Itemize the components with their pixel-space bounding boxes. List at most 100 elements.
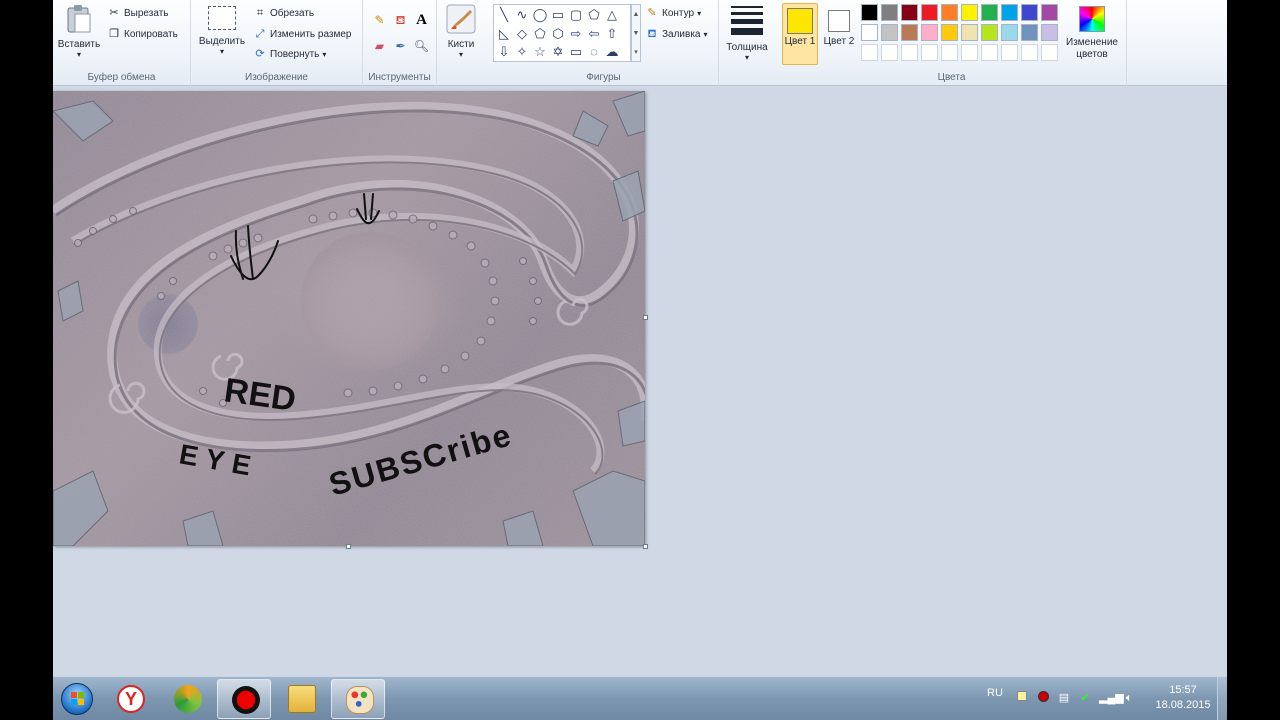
shape-triangle[interactable]: △ — [603, 6, 621, 24]
custom-color-slot[interactable] — [901, 44, 918, 61]
custom-color-slot[interactable] — [961, 44, 978, 61]
start-button[interactable] — [55, 679, 99, 719]
taskbar-explorer[interactable] — [274, 679, 328, 719]
custom-color-slot[interactable] — [921, 44, 938, 61]
resize-handle-corner[interactable] — [643, 544, 648, 549]
text-tool[interactable]: A — [412, 11, 431, 30]
shape-pentagon[interactable]: ⬠ — [531, 25, 549, 43]
taskbar-recorder[interactable] — [217, 679, 271, 719]
custom-color-slot[interactable] — [881, 44, 898, 61]
tray-record-icon[interactable] — [1036, 691, 1050, 705]
shape-star-six[interactable]: ✡ — [549, 43, 567, 61]
select-button[interactable]: Выделить ▾ — [195, 6, 249, 56]
color-picker-tool[interactable]: ✒ — [391, 37, 410, 56]
resize-handle-bottom[interactable] — [346, 544, 351, 549]
shape-arrow-up[interactable]: ⇧ — [603, 25, 621, 43]
drawing-canvas[interactable]: RED EYE SUBSCribe — [53, 91, 645, 546]
palette-swatch[interactable] — [901, 4, 918, 21]
resize-icon: ⤢ — [255, 28, 265, 40]
shapes-gallery-scroll[interactable]: ▲ ▼ ▾ — [631, 4, 641, 62]
palette-swatch[interactable] — [1021, 24, 1038, 41]
show-desktop-button[interactable] — [1217, 677, 1227, 720]
palette-swatch[interactable] — [1041, 24, 1058, 41]
shape-star-five[interactable]: ☆ — [531, 43, 549, 61]
crop-button[interactable]: ⌗ Обрезать — [253, 6, 314, 20]
palette-swatch[interactable] — [1001, 24, 1018, 41]
shape-callout-rect[interactable]: ▭ — [567, 43, 585, 61]
palette-swatch[interactable] — [861, 24, 878, 41]
palette-swatch[interactable] — [1001, 4, 1018, 21]
tray-check-icon[interactable]: ✔ — [1078, 691, 1092, 705]
custom-color-slot[interactable] — [1001, 44, 1018, 61]
palette-swatch[interactable] — [921, 4, 938, 21]
custom-color-slot[interactable] — [941, 44, 958, 61]
rotate-button[interactable]: ⟳ Повернуть ▾ — [253, 47, 326, 61]
shape-oval[interactable]: ◯ — [531, 6, 549, 24]
clock-time: 15:57 — [1169, 684, 1197, 696]
size-button[interactable]: Толщина ▾ — [721, 6, 773, 62]
resize-handle-right[interactable] — [643, 315, 648, 320]
palette-swatch[interactable] — [861, 4, 878, 21]
paint-palette-icon — [346, 686, 374, 714]
color2-swatch — [828, 10, 850, 32]
volume-icon[interactable]: 🔈︎ — [1122, 691, 1136, 705]
palette-swatch[interactable] — [941, 4, 958, 21]
palette-swatch[interactable] — [941, 24, 958, 41]
tray-app-icon[interactable] — [1015, 691, 1029, 705]
network-icon[interactable]: ▂▄▆ — [1099, 691, 1124, 705]
shape-line[interactable]: ╲ — [495, 6, 513, 24]
edit-colors-button[interactable]: Изменение цветов — [1061, 6, 1123, 61]
shape-arrow-right[interactable]: ⇨ — [567, 25, 585, 43]
fill-tool[interactable]: ⛾ — [391, 11, 410, 30]
shape-polygon[interactable]: ⬠ — [585, 6, 603, 24]
shape-curve[interactable]: ∿ — [513, 6, 531, 24]
magnifier-tool[interactable]: 🔍︎ — [412, 37, 431, 56]
shape-arrow-down[interactable]: ⇩ — [495, 43, 513, 61]
custom-color-slot[interactable] — [1021, 44, 1038, 61]
clock[interactable]: 15:57 18.08.2015 — [1151, 683, 1215, 713]
shape-callout-oval[interactable]: ◌ — [585, 43, 603, 61]
paste-button[interactable]: Вставить ▾ — [55, 4, 103, 59]
shape-hexagon[interactable]: ⬡ — [549, 25, 567, 43]
pencil-tool[interactable]: ✎ — [370, 11, 389, 30]
cut-button[interactable]: ✂ Вырезать — [107, 6, 168, 20]
palette-swatch[interactable] — [1021, 4, 1038, 21]
shape-star-four[interactable]: ✧ — [513, 43, 531, 61]
palette-swatch[interactable] — [921, 24, 938, 41]
palette-swatch[interactable] — [961, 4, 978, 21]
custom-color-slot[interactable] — [981, 44, 998, 61]
palette-swatch[interactable] — [881, 24, 898, 41]
eraser-tool[interactable]: ▰ — [370, 37, 389, 56]
custom-color-slot[interactable] — [1041, 44, 1058, 61]
taskbar-paint[interactable] — [331, 679, 385, 719]
tools-group-label: Инструменты — [368, 72, 431, 83]
copy-button[interactable]: ❐ Копировать — [107, 27, 178, 41]
canvas-area[interactable]: RED EYE SUBSCribe — [53, 87, 1227, 676]
taskbar-app-green[interactable] — [160, 679, 214, 719]
color1-label: Цвет 1 — [784, 36, 816, 47]
palette-swatch[interactable] — [981, 4, 998, 21]
color2-button[interactable]: Цвет 2 — [821, 3, 857, 65]
edit-colors-label: Изменение цветов — [1066, 37, 1118, 60]
language-indicator[interactable]: RU — [987, 687, 1003, 699]
shape-diamond[interactable]: ◇ — [513, 25, 531, 43]
shape-right-triangle[interactable]: ◺ — [495, 25, 513, 43]
shape-rounded-rectangle[interactable]: ▢ — [567, 6, 585, 24]
palette-swatch[interactable] — [961, 24, 978, 41]
taskbar-yandex-browser[interactable]: Y — [103, 679, 157, 719]
shapes-group: ╲ ∿ ◯ ▭ ▢ ⬠ △ ◺ ◇ ⬠ ⬡ ⇨ ⇦ ⇧ ⇩ ✧ ☆ ✡ ▭ ◌ — [489, 0, 719, 86]
tray-clipboard-icon[interactable]: ▤ — [1057, 691, 1071, 705]
palette-swatch[interactable] — [901, 24, 918, 41]
brushes-button[interactable]: Кисти ▾ — [443, 4, 479, 59]
color1-button[interactable]: Цвет 1 — [782, 3, 818, 65]
custom-color-slot[interactable] — [861, 44, 878, 61]
palette-swatch[interactable] — [1041, 4, 1058, 21]
shape-arrow-left[interactable]: ⇦ — [585, 25, 603, 43]
resize-button[interactable]: ⤢ Изменить размер — [253, 27, 352, 41]
shape-callout-cloud[interactable]: ☁ — [603, 43, 621, 61]
palette-swatch[interactable] — [981, 24, 998, 41]
palette-swatch[interactable] — [881, 4, 898, 21]
outline-button[interactable]: ✎ Контур ▾ — [645, 6, 701, 20]
shape-rectangle[interactable]: ▭ — [549, 6, 567, 24]
fill-button[interactable]: ⛾ Заливка ▾ — [645, 27, 708, 41]
